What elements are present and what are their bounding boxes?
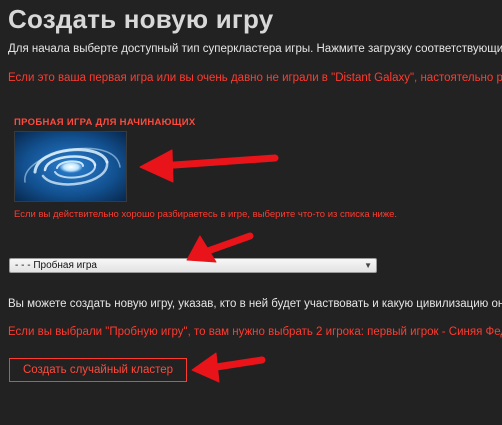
arrow-pointing-left-icon [191, 352, 266, 383]
first-game-warning: Если это ваша первая игра или вы очень д… [8, 72, 502, 84]
arrow-pointing-left-icon [139, 149, 279, 183]
page-title: Создать новую игру [8, 4, 274, 34]
galaxy-icon [15, 132, 126, 201]
cluster-type-selected-value: - - - Пробная игра [15, 260, 97, 271]
chevron-down-icon: ▼ [364, 261, 372, 270]
players-info-text: Вы можете создать новую игру, указав, кт… [8, 298, 502, 310]
trial-game-heading: ПРОБНАЯ ИГРА ДЛЯ НАЧИНАЮЩИХ [14, 117, 196, 128]
intro-text: Для начала выберте доступный тип суперкл… [8, 43, 502, 55]
trial-game-galaxy-image[interactable] [14, 131, 127, 202]
cluster-type-select[interactable]: - - - Пробная игра ▼ [9, 258, 377, 273]
trial-players-note: Если вы выбрали "Пробную игру", то вам н… [8, 326, 502, 338]
create-random-cluster-button[interactable]: Создать случайный кластер [9, 358, 187, 382]
experienced-player-hint: Если вы действительно хорошо разбираетес… [14, 209, 398, 220]
